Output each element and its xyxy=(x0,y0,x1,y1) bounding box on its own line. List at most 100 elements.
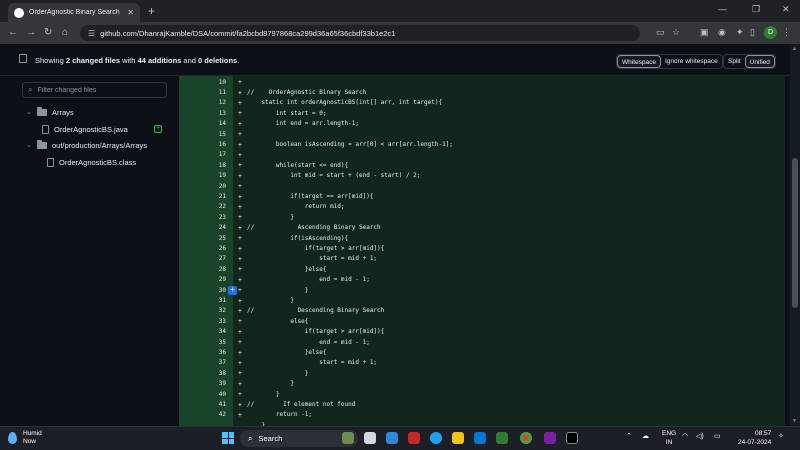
sidepanel-icon[interactable]: ▯ xyxy=(750,27,755,38)
home-icon[interactable]: ⌂ xyxy=(62,27,68,38)
bookmark-star-icon[interactable]: ☆ xyxy=(672,27,680,38)
line-number[interactable]: 42 xyxy=(179,411,227,418)
line-number[interactable]: 26 xyxy=(179,245,227,252)
line-number[interactable]: 39 xyxy=(179,380,227,387)
code-text: } xyxy=(247,390,280,398)
line-number[interactable]: 20 xyxy=(179,183,227,190)
extension-icon-1[interactable]: ▣ xyxy=(700,27,709,38)
tab-close-icon[interactable]: ✕ xyxy=(127,8,134,17)
search-highlight-icon[interactable] xyxy=(342,432,354,444)
split-view-button[interactable]: Split xyxy=(724,55,745,68)
line-number[interactable]: 32 xyxy=(179,307,227,314)
taskbar-search-input[interactable] xyxy=(258,434,319,443)
new-tab-button[interactable]: + xyxy=(148,4,155,18)
file-explorer-icon[interactable] xyxy=(452,432,464,444)
filter-files-input[interactable] xyxy=(37,86,158,94)
extensions-puzzle-icon[interactable]: ✦ xyxy=(736,27,744,38)
menu-kebab-icon[interactable]: ⋮ xyxy=(782,27,791,38)
tree-item-out-folder[interactable]: ⌄ out/production/Arrays/Arrays xyxy=(26,138,147,152)
teams-icon[interactable] xyxy=(386,432,398,444)
window-close-icon[interactable]: ✕ xyxy=(782,4,790,15)
line-number[interactable]: 25 xyxy=(179,235,227,242)
onedrive-icon[interactable]: ☁ xyxy=(642,432,649,440)
line-number[interactable]: 38 xyxy=(179,370,227,377)
diff-line: 29 + end = mid - 1; xyxy=(179,275,785,285)
line-number[interactable]: 33 xyxy=(179,318,227,325)
language-indicator[interactable]: ENG IN xyxy=(662,430,676,447)
scroll-down-icon[interactable]: ▼ xyxy=(792,418,797,424)
line-number[interactable]: 15 xyxy=(179,131,227,138)
minimize-icon[interactable]: — xyxy=(718,4,727,14)
mcafee-icon[interactable] xyxy=(408,432,420,444)
folder-icon xyxy=(37,139,47,149)
code-text: } xyxy=(247,297,294,305)
add-comment-button[interactable]: + xyxy=(228,285,237,295)
line-number[interactable]: 36 xyxy=(179,349,227,356)
xbox-icon[interactable] xyxy=(496,432,508,444)
line-number[interactable]: 22 xyxy=(179,203,227,210)
line-number[interactable]: 34 xyxy=(179,328,227,335)
mail-icon[interactable] xyxy=(474,432,486,444)
browser-tab[interactable]: OrderAgnostic Binary Search · D ✕ xyxy=(8,3,140,22)
profile-avatar[interactable]: D xyxy=(764,26,777,39)
taskbar-search[interactable]: ⌕ xyxy=(240,430,358,447)
line-number[interactable]: 21 xyxy=(179,193,227,200)
back-icon[interactable]: ← xyxy=(8,27,18,38)
diff-line: 15 + xyxy=(179,129,785,139)
wifi-icon[interactable]: ◠ xyxy=(682,432,688,440)
chrome-icon[interactable] xyxy=(520,432,532,444)
line-number[interactable]: 11 xyxy=(179,89,227,96)
system-clock[interactable]: 08:57 24-07-2024 xyxy=(738,430,771,447)
task-view-icon[interactable] xyxy=(364,432,376,444)
line-number[interactable]: 16 xyxy=(179,141,227,148)
address-bar[interactable]: ☰ github.com/DhanrajKamble/DSA/commit/fa… xyxy=(80,25,640,41)
line-number[interactable]: 10 xyxy=(179,79,227,86)
line-number[interactable]: 17 xyxy=(179,151,227,158)
unified-view-button[interactable]: Unified xyxy=(744,55,775,68)
scroll-up-icon[interactable]: ▲ xyxy=(792,46,797,52)
show-hidden-icons-icon[interactable]: ⌃ xyxy=(626,432,632,440)
line-number[interactable]: 27 xyxy=(179,255,227,262)
line-number[interactable]: 41 xyxy=(179,401,227,408)
notifications-icon[interactable]: ✧ xyxy=(778,432,784,440)
tree-item-orderagnosticbs-java[interactable]: OrderAgnosticBS.java xyxy=(42,122,128,136)
edge-icon[interactable] xyxy=(430,432,442,444)
line-number[interactable]: 23 xyxy=(179,214,227,221)
diff-line: 13 + int start = 0; xyxy=(179,108,785,118)
code-text: start = mid + 1; xyxy=(247,359,378,367)
ignore-whitespace-button[interactable]: Ignore whitespace xyxy=(661,55,722,68)
line-number[interactable]: 12 xyxy=(179,99,227,106)
line-number[interactable]: 24 xyxy=(179,224,227,231)
weather-widget[interactable]: Humid Now xyxy=(8,430,42,446)
intellij-icon[interactable] xyxy=(544,432,556,444)
diff-line: 21 + if(target == arr[mid]){ xyxy=(179,191,785,201)
line-number[interactable]: 30 xyxy=(179,287,227,294)
line-number[interactable]: 13 xyxy=(179,110,227,117)
battery-icon[interactable]: ▭ xyxy=(714,432,721,440)
line-number[interactable]: 29 xyxy=(179,276,227,283)
line-number[interactable]: 28 xyxy=(179,266,227,273)
maximize-icon[interactable]: ❐ xyxy=(752,4,760,15)
extension-icon-2[interactable]: ◉ xyxy=(718,27,726,38)
terminal-icon[interactable] xyxy=(566,432,578,444)
line-number[interactable]: 40 xyxy=(179,391,227,398)
scrollbar-thumb[interactable] xyxy=(792,158,798,308)
site-info-icon[interactable]: ☰ xyxy=(88,29,95,38)
line-number[interactable]: 18 xyxy=(179,162,227,169)
page-scrollbar[interactable]: ▲ ▼ xyxy=(790,44,800,426)
whitespace-button[interactable]: Whitespace xyxy=(617,55,661,68)
forward-icon[interactable]: → xyxy=(26,27,36,38)
file-tree-toggle-icon[interactable] xyxy=(19,54,27,63)
line-number[interactable]: 31 xyxy=(179,297,227,304)
volume-icon[interactable]: ◁) xyxy=(696,432,704,440)
tree-item-arrays-folder[interactable]: ⌄ Arrays xyxy=(26,105,74,119)
cast-icon[interactable]: ▭ xyxy=(656,27,665,38)
windows-start-icon[interactable] xyxy=(222,432,234,444)
line-number[interactable]: 35 xyxy=(179,339,227,346)
file-icon xyxy=(42,124,49,134)
line-number[interactable]: 37 xyxy=(179,359,227,366)
line-number[interactable]: 14 xyxy=(179,120,227,127)
reload-icon[interactable]: ↻ xyxy=(44,27,52,38)
tree-item-orderagnosticbs-class[interactable]: OrderAgnosticBS.class xyxy=(47,155,136,169)
line-number[interactable]: 19 xyxy=(179,172,227,179)
